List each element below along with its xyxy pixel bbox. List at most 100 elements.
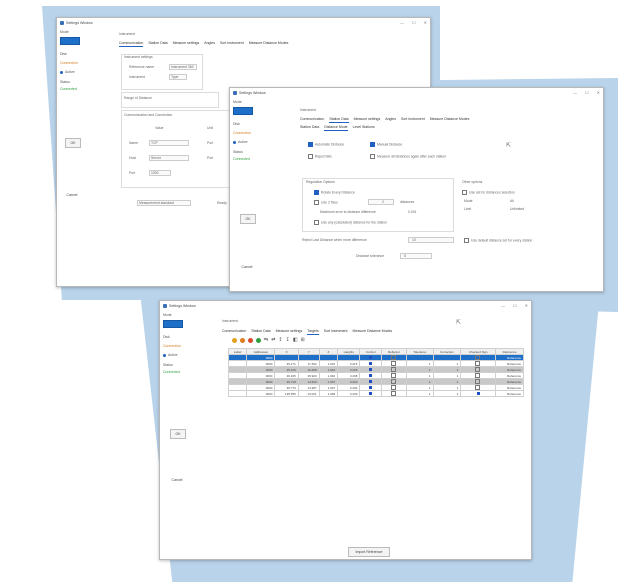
radio-icon [233, 140, 236, 144]
cancel-button[interactable]: Cancel [240, 263, 254, 271]
cancel-button[interactable]: Cancel [65, 191, 79, 199]
orange-circle-icon[interactable] [240, 337, 245, 343]
sidebar-item-disk[interactable]: Disk [60, 52, 110, 56]
maximize-button[interactable]: ☐ [412, 20, 416, 25]
tab-targets[interactable]: Targets [307, 328, 319, 335]
tab-angles[interactable]: Angles [204, 40, 215, 47]
green-circle-icon[interactable] [256, 337, 261, 343]
cancel-button[interactable]: Cancel [170, 476, 184, 484]
sidebar-item-active[interactable]: Active [163, 353, 213, 357]
move-down-icon[interactable]: ↧ [286, 337, 290, 343]
tab-station-data[interactable]: Station Data [329, 116, 349, 123]
tab-level-stations[interactable]: Level Stations [353, 124, 375, 131]
tab-station-data[interactable]: Station Data [251, 328, 270, 335]
tab-communication[interactable]: Communication [300, 116, 324, 123]
checkbox-icon[interactable] [474, 373, 480, 378]
close-button[interactable]: ✕ [525, 303, 528, 308]
split-icon[interactable]: ◧ [293, 337, 298, 343]
mode-combo[interactable] [233, 107, 253, 115]
mode-combo[interactable] [60, 37, 80, 45]
table-row[interactable]: 0000 135.555 13.021 1.038 3.209 1 1 Reference [227, 390, 524, 397]
sidebar-item-disk[interactable]: Disk [163, 335, 213, 339]
table-cell[interactable]: 1 [406, 390, 434, 397]
checkbox-icon[interactable] [474, 361, 480, 366]
tab-measure-settings[interactable]: Measure settings [354, 116, 381, 123]
check-reject[interactable]: Reject fails [308, 154, 332, 159]
tab-measure-distance-modes[interactable]: Measure Distance Modes [249, 40, 289, 47]
table-cell[interactable]: Reference [495, 390, 524, 397]
tab-sort-instrument[interactable]: Sort instrument [220, 40, 244, 47]
checkbox-icon[interactable] [390, 391, 396, 396]
option-rotate[interactable]: Rotate Every Distance [314, 190, 355, 195]
checkbox-icon[interactable] [474, 379, 480, 384]
table-cell[interactable]: 135.555 [274, 390, 299, 397]
minimize-button[interactable]: — [573, 90, 577, 95]
grid-icon[interactable]: ⊞ [301, 337, 305, 343]
checkbox-icon[interactable] [390, 379, 396, 384]
swap-left-icon[interactable]: ⇆ [264, 337, 268, 343]
tab-measure-settings[interactable]: Measure settings [276, 328, 303, 335]
option-default-distance[interactable]: Use default distance set for every stati… [464, 238, 532, 243]
radio-manual[interactable]: Manual Distance [370, 142, 402, 147]
table-cell[interactable]: 1.038 [318, 390, 339, 397]
table-cell[interactable]: 1 [432, 390, 462, 397]
ok-button[interactable]: OK [170, 429, 186, 439]
tab-station-data-sub[interactable]: Station Data [300, 124, 319, 131]
option-any-distance[interactable]: Use any (calculated) distance for the st… [314, 220, 387, 225]
maximize-button[interactable]: ☐ [513, 303, 517, 308]
import-reference-button[interactable]: Import Reference [348, 547, 390, 557]
tab-angles[interactable]: Angles [385, 116, 396, 123]
sidebar-item-active[interactable]: Active [233, 140, 283, 144]
fixes-count-field[interactable] [368, 199, 394, 205]
checkbox-icon[interactable] [390, 361, 396, 366]
ok-button[interactable]: OK [240, 214, 256, 224]
orange-circle-icon[interactable] [232, 337, 237, 343]
option-use-set[interactable]: Use set for distances selection [462, 190, 515, 195]
tab-sort-instrument[interactable]: Sort instrument [324, 328, 348, 335]
close-button[interactable]: ✕ [424, 20, 427, 25]
tab-communication[interactable]: Communication [222, 328, 246, 335]
tab-communication[interactable]: Communication [119, 40, 144, 47]
sidebar-item-connection[interactable]: Connection [60, 61, 110, 65]
radio-label: Manual Distance [377, 142, 403, 147]
table-cell[interactable]: 3.209 [337, 390, 361, 397]
move-up-icon[interactable]: ↥ [278, 337, 282, 343]
checkbox-icon[interactable] [474, 385, 480, 390]
checkbox-icon[interactable] [390, 355, 396, 360]
option-use-fixes[interactable]: Use 2 fixes [314, 200, 338, 205]
table-cell[interactable] [380, 390, 408, 397]
close-button[interactable]: ✕ [597, 90, 600, 95]
checkbox-icon[interactable] [474, 355, 480, 360]
table-cell[interactable] [359, 390, 382, 397]
radio-automatic[interactable]: Automatic Distance [308, 142, 344, 147]
tab-station-data[interactable]: Station Data [148, 40, 167, 47]
field-value: Instrument 360 [171, 65, 194, 69]
checkbox-icon[interactable] [390, 367, 396, 372]
checkbox-icon[interactable] [390, 373, 396, 378]
checkbox-icon[interactable] [474, 367, 480, 372]
sidebar-item-active[interactable]: Active [60, 70, 110, 74]
sidebar-item-disk[interactable]: Disk [233, 122, 283, 126]
checkbox-icon[interactable] [390, 385, 396, 390]
table-cell[interactable] [460, 390, 497, 397]
row-value: 1000 [151, 171, 159, 175]
minimize-button[interactable]: — [400, 20, 404, 25]
tab-sort-instrument[interactable]: Sort instrument [401, 116, 425, 123]
sidebar-item-connection[interactable]: Connection [163, 344, 213, 348]
red-circle-icon[interactable] [248, 337, 253, 343]
checked-sign-icon[interactable] [476, 391, 480, 395]
tab-measure-distance-modes[interactable]: Measure Distance Modes [430, 116, 470, 123]
table-cell[interactable]: 0000 [246, 390, 276, 397]
tab-measure-distance-modes[interactable]: Measure Distance Modes [352, 328, 392, 335]
mode-combo[interactable] [163, 320, 183, 328]
table-cell[interactable] [227, 390, 248, 397]
minimize-button[interactable]: — [501, 303, 505, 308]
sidebar-item-connection[interactable]: Connection [233, 131, 283, 135]
maximize-button[interactable]: ☐ [585, 90, 589, 95]
swap-right-icon[interactable]: ⇄ [271, 337, 275, 343]
ok-button[interactable]: OK [65, 138, 81, 148]
check-measure-again[interactable]: Measure all distances again after each s… [370, 154, 446, 159]
table-cell[interactable]: 13.021 [297, 390, 320, 397]
tab-distance-mode[interactable]: Distance Mode [324, 124, 348, 131]
tab-measure-settings[interactable]: Measure settings [173, 40, 200, 47]
